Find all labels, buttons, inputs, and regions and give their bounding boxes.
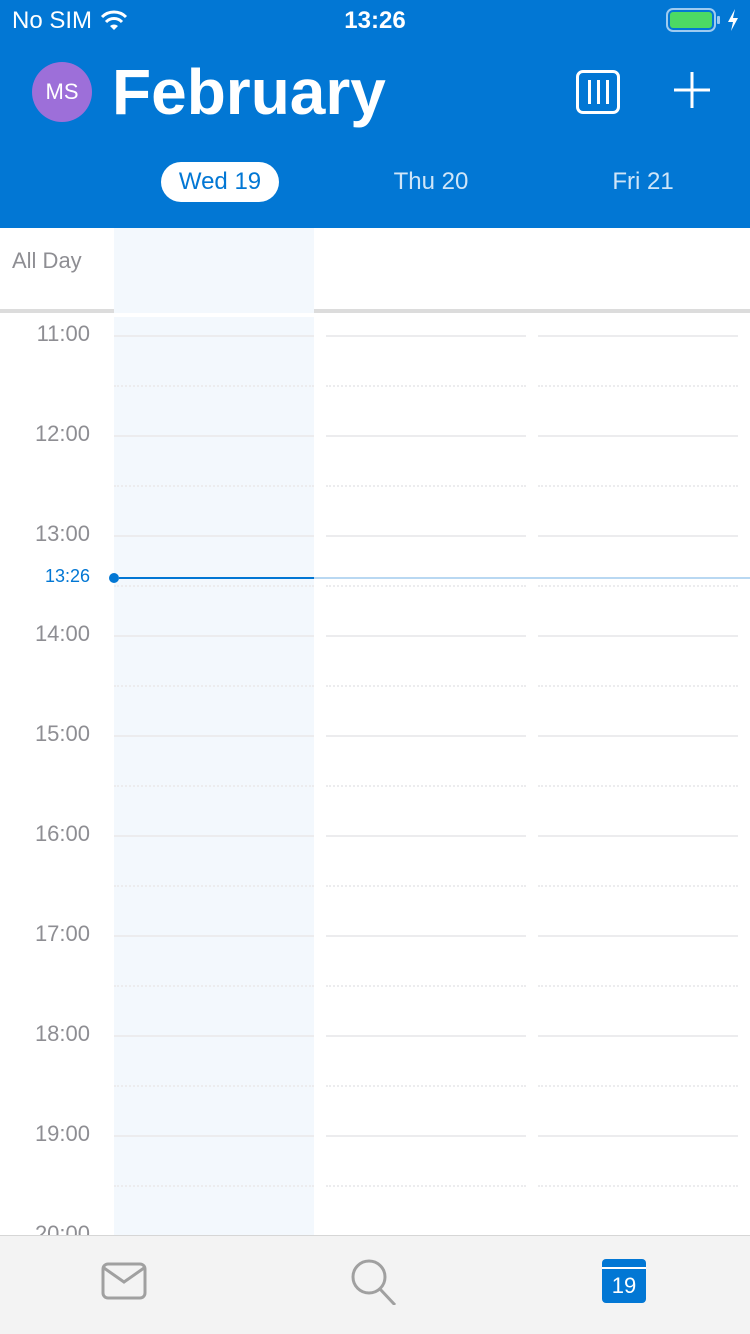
hour-label: 14:00 — [34, 621, 90, 646]
hour-gridline — [114, 1135, 314, 1137]
day-tab-thu-20[interactable]: Thu 20 — [372, 162, 490, 202]
half-hour-gridline — [538, 485, 738, 487]
day-strip: Wed 19 Thu 20 Fri 21 — [0, 162, 750, 202]
half-hour-gridline — [114, 685, 314, 687]
hour-gridline — [114, 435, 314, 437]
hour-label: 19:00 — [34, 1121, 90, 1146]
tab-mail[interactable] — [99, 1256, 149, 1306]
half-hour-gridline — [538, 385, 738, 387]
half-hour-gridline — [114, 885, 314, 887]
tab-search[interactable] — [348, 1256, 398, 1306]
half-hour-gridline — [114, 485, 314, 487]
half-hour-gridline — [538, 785, 738, 787]
hour-label: 12:00 — [34, 421, 90, 446]
status-time: 13:26 — [344, 7, 406, 34]
hour-label: 20:00 — [34, 1221, 90, 1235]
day-tab-fri-21[interactable]: Fri 21 — [584, 162, 702, 202]
current-time-line — [119, 577, 314, 580]
half-hour-gridline — [326, 485, 526, 487]
hour-gridline — [538, 535, 738, 537]
current-time-line-extension — [314, 577, 750, 580]
hour-label: 11:00 — [36, 321, 90, 346]
hour-gridline — [326, 835, 526, 837]
half-hour-gridline — [538, 885, 738, 887]
hour-label: 16:00 — [34, 821, 90, 846]
hour-gridline — [326, 535, 526, 537]
half-hour-gridline — [538, 1085, 738, 1087]
hour-gridline — [538, 435, 738, 437]
time-grid[interactable]: 11:00 12:00 13:00 14:00 15:00 16:00 17:00 18:00… — [0, 317, 750, 1235]
current-time-label: 13:26 — [44, 566, 90, 587]
hour-gridline — [114, 335, 314, 337]
hour-gridline — [538, 735, 738, 737]
battery-charging-icon — [666, 8, 740, 32]
hour-gridline — [538, 635, 738, 637]
column-view-icon[interactable] — [576, 70, 620, 114]
hour-gridline — [326, 435, 526, 437]
half-hour-gridline — [538, 985, 738, 987]
day-tab-wed-19[interactable]: Wed 19 — [161, 162, 279, 202]
half-hour-gridline — [114, 785, 314, 787]
half-hour-gridline — [326, 585, 526, 587]
half-hour-gridline — [326, 1185, 526, 1187]
tab-bar: 19 — [0, 1235, 750, 1334]
half-hour-gridline — [538, 685, 738, 687]
half-hour-gridline — [114, 1185, 314, 1187]
title-bar: MS February — [0, 56, 750, 128]
half-hour-gridline — [326, 785, 526, 787]
today-column[interactable] — [114, 317, 314, 1235]
today-column-allday[interactable] — [114, 228, 314, 313]
hour-label: 15:00 — [34, 721, 90, 746]
half-hour-gridline — [114, 985, 314, 987]
status-bar: No SIM 13:26 — [0, 0, 750, 40]
half-hour-gridline — [326, 885, 526, 887]
hour-label: 13:00 — [34, 521, 90, 546]
hour-gridline — [114, 735, 314, 737]
app-header: No SIM 13:26 MS February Wed 19 Thu 20 F… — [0, 0, 750, 228]
half-hour-gridline — [538, 585, 738, 587]
search-icon — [351, 1259, 397, 1305]
tab-calendar[interactable]: 19 — [599, 1256, 649, 1306]
calendar-icon: 19 — [602, 1259, 646, 1303]
hour-gridline — [114, 935, 314, 937]
half-hour-gridline — [114, 1085, 314, 1087]
half-hour-gridline — [326, 985, 526, 987]
hour-gridline — [326, 1135, 526, 1137]
hour-gridline — [538, 935, 738, 937]
hour-label: 18:00 — [34, 1021, 90, 1046]
hour-label: 17:00 — [34, 921, 90, 946]
hour-gridline — [326, 735, 526, 737]
half-hour-gridline — [326, 685, 526, 687]
half-hour-gridline — [326, 1085, 526, 1087]
half-hour-gridline — [114, 385, 314, 387]
hour-gridline — [326, 935, 526, 937]
half-hour-gridline — [326, 385, 526, 387]
hour-gridline — [326, 635, 526, 637]
hour-gridline — [114, 635, 314, 637]
hour-gridline — [326, 1035, 526, 1037]
mail-icon — [101, 1262, 147, 1300]
all-day-label: All Day — [12, 248, 82, 273]
hour-gridline — [538, 835, 738, 837]
hour-gridline — [538, 335, 738, 337]
calendar-badge: 19 — [611, 1273, 637, 1298]
half-hour-gridline — [538, 1185, 738, 1187]
hour-gridline — [114, 1035, 314, 1037]
plus-icon[interactable] — [672, 70, 712, 110]
hour-gridline — [114, 535, 314, 537]
hour-gridline — [326, 335, 526, 337]
half-hour-gridline — [114, 585, 314, 587]
hour-gridline — [538, 1135, 738, 1137]
avatar[interactable]: MS — [32, 62, 92, 122]
all-day-row: All Day — [0, 228, 750, 313]
hour-gridline — [538, 1035, 738, 1037]
hour-gridline — [114, 835, 314, 837]
month-title[interactable]: February — [112, 56, 386, 128]
